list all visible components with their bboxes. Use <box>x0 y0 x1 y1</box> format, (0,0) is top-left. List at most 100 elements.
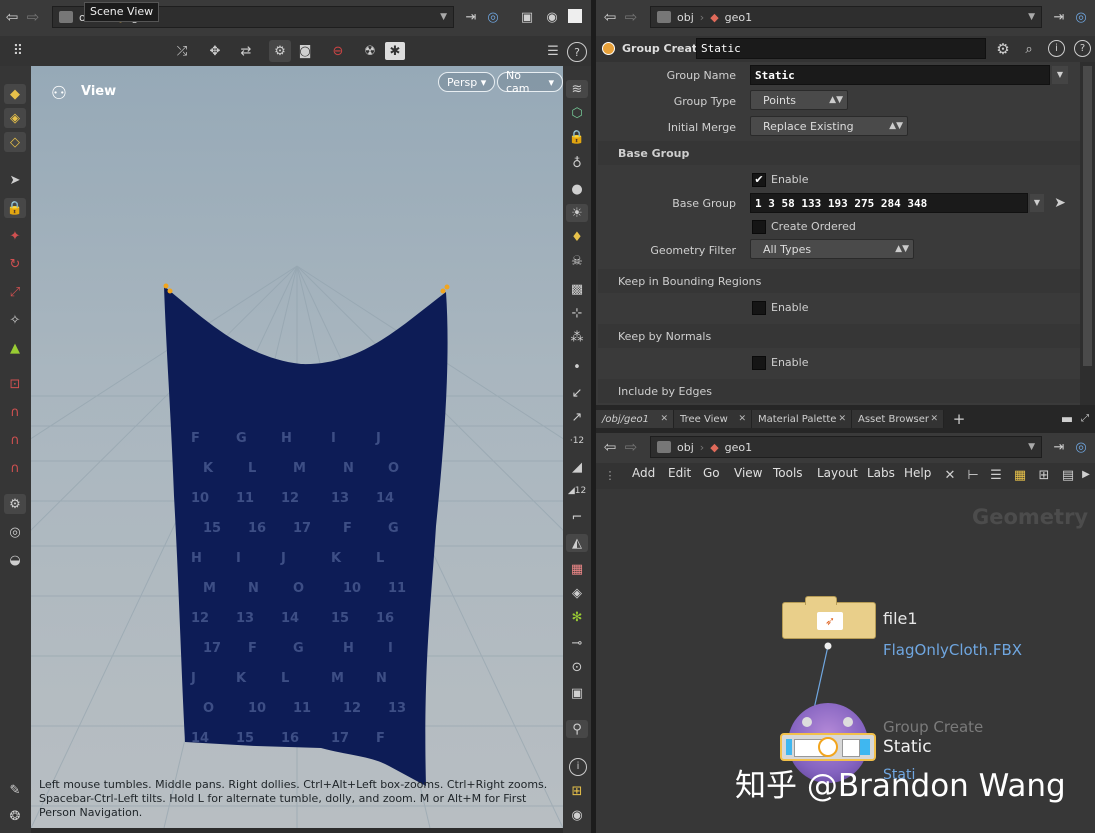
camera-icon[interactable]: ⚙ <box>269 40 291 62</box>
tumble-icon[interactable]: ⤮ <box>172 42 192 60</box>
palette-icon[interactable]: ▦ <box>1012 467 1028 483</box>
magnet-icon[interactable]: ∩ <box>4 402 26 422</box>
base-group-dropdown-icon[interactable]: ▼ <box>1030 194 1044 212</box>
close-icon[interactable]: ✕ <box>930 414 938 424</box>
menu-help[interactable]: Help <box>904 466 931 484</box>
skull-icon[interactable]: ☠ <box>566 252 588 270</box>
forward-arrow-icon[interactable]: ⇨ <box>24 8 42 26</box>
select-arrow-icon[interactable]: ➤ <box>4 170 26 190</box>
link-icon[interactable]: ◎ <box>484 8 502 26</box>
persp-menu[interactable]: Persp ▾ <box>438 72 496 92</box>
group-name-field[interactable]: Static <box>750 65 1050 85</box>
menu-view[interactable]: View <box>734 466 762 484</box>
menu-add[interactable]: Add <box>632 466 655 484</box>
tab-asset-browser[interactable]: Asset Browser ✕ <box>852 410 944 428</box>
keep-normals-section[interactable]: Keep by Normals <box>598 324 1080 348</box>
brush-icon[interactable]: ▲ <box>4 338 26 358</box>
chevron-down-icon[interactable]: ▼ <box>440 12 447 22</box>
params-scroll-thumb[interactable] <box>1083 66 1092 366</box>
network-link-icon[interactable]: ◎ <box>1072 438 1090 456</box>
network-forward-icon[interactable]: ⇨ <box>622 438 640 456</box>
network-path-bar[interactable]: obj › ◆ geo1 ▼ <box>650 436 1042 458</box>
texture-icon[interactable]: ◭ <box>566 534 588 552</box>
dolly-icon[interactable]: ⇄ <box>236 42 256 60</box>
keep-bounding-section[interactable]: Keep in Bounding Regions <box>598 269 1080 293</box>
edge-icon[interactable]: ⌐ <box>566 508 588 526</box>
magnet-2-icon[interactable]: ∩ <box>4 430 26 450</box>
keep-bounding-enable-checkbox[interactable] <box>752 301 766 315</box>
group-name-dropdown-icon[interactable]: ▼ <box>1052 66 1068 84</box>
node-name-field[interactable]: Static <box>696 38 986 59</box>
search-icon[interactable]: ⌕ <box>1020 40 1038 58</box>
lock-view-icon[interactable]: 🔒 <box>566 128 588 146</box>
light-tool-icon[interactable]: ◒ <box>4 550 26 570</box>
move-icon[interactable]: ✦ <box>4 226 26 246</box>
params-path-bar[interactable]: obj › ◆ geo1 ▼ <box>650 6 1042 28</box>
network-back-icon[interactable]: ⇦ <box>600 438 620 456</box>
normal-icon[interactable]: ↙ <box>566 384 588 402</box>
prim-icon[interactable]: ◢ <box>566 458 588 476</box>
magnet-3-icon[interactable]: ∩ <box>4 458 26 478</box>
snap-icon[interactable]: ⊡ <box>4 374 26 394</box>
grid-dots-icon[interactable]: ⠿ <box>8 42 28 60</box>
handle-display-icon[interactable]: ⊸ <box>566 634 588 652</box>
vis-icon[interactable]: ⊹ <box>566 304 588 322</box>
menu-edit[interactable]: Edit <box>668 466 691 484</box>
stop-icon[interactable]: ⊖ <box>328 42 348 60</box>
list-icon[interactable]: ☰ <box>988 467 1004 483</box>
scene-viewport[interactable]: F G H I J K L M N O 10 11 12 13 14 15 16 17 F G H I J K L M N O 10 11… <box>31 66 563 828</box>
bypass-flag[interactable] <box>786 739 792 755</box>
close-icon[interactable]: ✕ <box>660 414 668 424</box>
tab-network[interactable]: /obj/geo1 ✕ <box>596 410 674 428</box>
record-icon[interactable]: ⊙ <box>566 658 588 676</box>
info-icon[interactable]: i <box>569 758 587 776</box>
pin-view-icon[interactable]: ⚲ <box>566 720 588 738</box>
display-options-icon[interactable]: ☰ <box>543 42 563 60</box>
pan-icon[interactable]: ✥ <box>205 42 225 60</box>
more-icon[interactable]: ▶ <box>1080 467 1092 483</box>
menu-tools[interactable]: Tools <box>773 466 803 484</box>
ball-icon[interactable]: ● <box>566 180 588 198</box>
square-icon[interactable] <box>568 9 582 23</box>
point-number-icon[interactable]: ·12 <box>566 432 588 450</box>
params-link-icon[interactable]: ◎ <box>1072 8 1090 26</box>
camera-tool-icon[interactable]: ◎ <box>4 522 26 542</box>
scene-icon[interactable]: ❂ <box>4 806 26 826</box>
tab-material-palette[interactable]: Material Palette ✕ <box>752 410 852 428</box>
params-back-icon[interactable]: ⇦ <box>600 8 620 26</box>
params-path-dropdown-icon[interactable]: ▼ <box>1028 12 1035 22</box>
uv-icon[interactable]: ▦ <box>566 560 588 578</box>
eye-icon[interactable]: ◉ <box>566 806 588 824</box>
geometry-filter-menu[interactable]: All Types ▲▼ <box>750 239 914 259</box>
base-group-enable-checkbox[interactable]: ✔ <box>752 173 766 187</box>
paint-icon[interactable]: ✎ <box>4 780 26 800</box>
add-tab-icon[interactable]: + <box>950 410 968 428</box>
include-edges-section[interactable]: Include by Edges <box>598 379 1080 403</box>
select-arrow-param-icon[interactable]: ➤ <box>1052 194 1068 212</box>
display-flag[interactable] <box>860 739 870 755</box>
cube-icon[interactable]: ▣ <box>518 8 536 26</box>
particles-icon[interactable]: ⁂ <box>566 328 588 346</box>
close-icon[interactable]: ✕ <box>738 414 746 424</box>
params-pin-icon[interactable]: ⇥ <box>1050 8 1068 26</box>
pane-menu-icon[interactable]: ▬ <box>1060 412 1074 426</box>
snapshot-icon[interactable]: ☢ <box>360 42 380 60</box>
select-prims-icon[interactable]: ◇ <box>4 132 26 152</box>
camera-display-icon[interactable]: ▩ <box>566 280 588 298</box>
camera-menu[interactable]: No cam ▾ <box>497 69 563 95</box>
maximize-icon[interactable]: ⤢ <box>1078 412 1092 426</box>
gear-icon[interactable]: ⚙ <box>994 40 1012 58</box>
initial-merge-menu[interactable]: Replace Existing ▲▼ <box>750 116 908 136</box>
layers-icon[interactable]: ◈ <box>566 584 588 602</box>
grid-icon[interactable]: ⊞ <box>1036 467 1052 483</box>
network-path-dropdown-icon[interactable]: ▼ <box>1028 442 1035 452</box>
close-icon[interactable]: ✕ <box>838 414 846 424</box>
layout-icon[interactable]: ⊞ <box>566 782 588 800</box>
tab-tree-view[interactable]: Tree View ✕ <box>674 410 752 428</box>
help-icon[interactable]: ? <box>567 42 587 62</box>
prim-number-icon[interactable]: ◢12 <box>566 482 588 500</box>
light-icon[interactable]: ♦ <box>566 228 588 246</box>
tree-icon[interactable]: ⊢ <box>965 467 981 483</box>
group-node[interactable] <box>780 733 876 761</box>
lock-icon[interactable]: 🔒 <box>4 198 26 218</box>
